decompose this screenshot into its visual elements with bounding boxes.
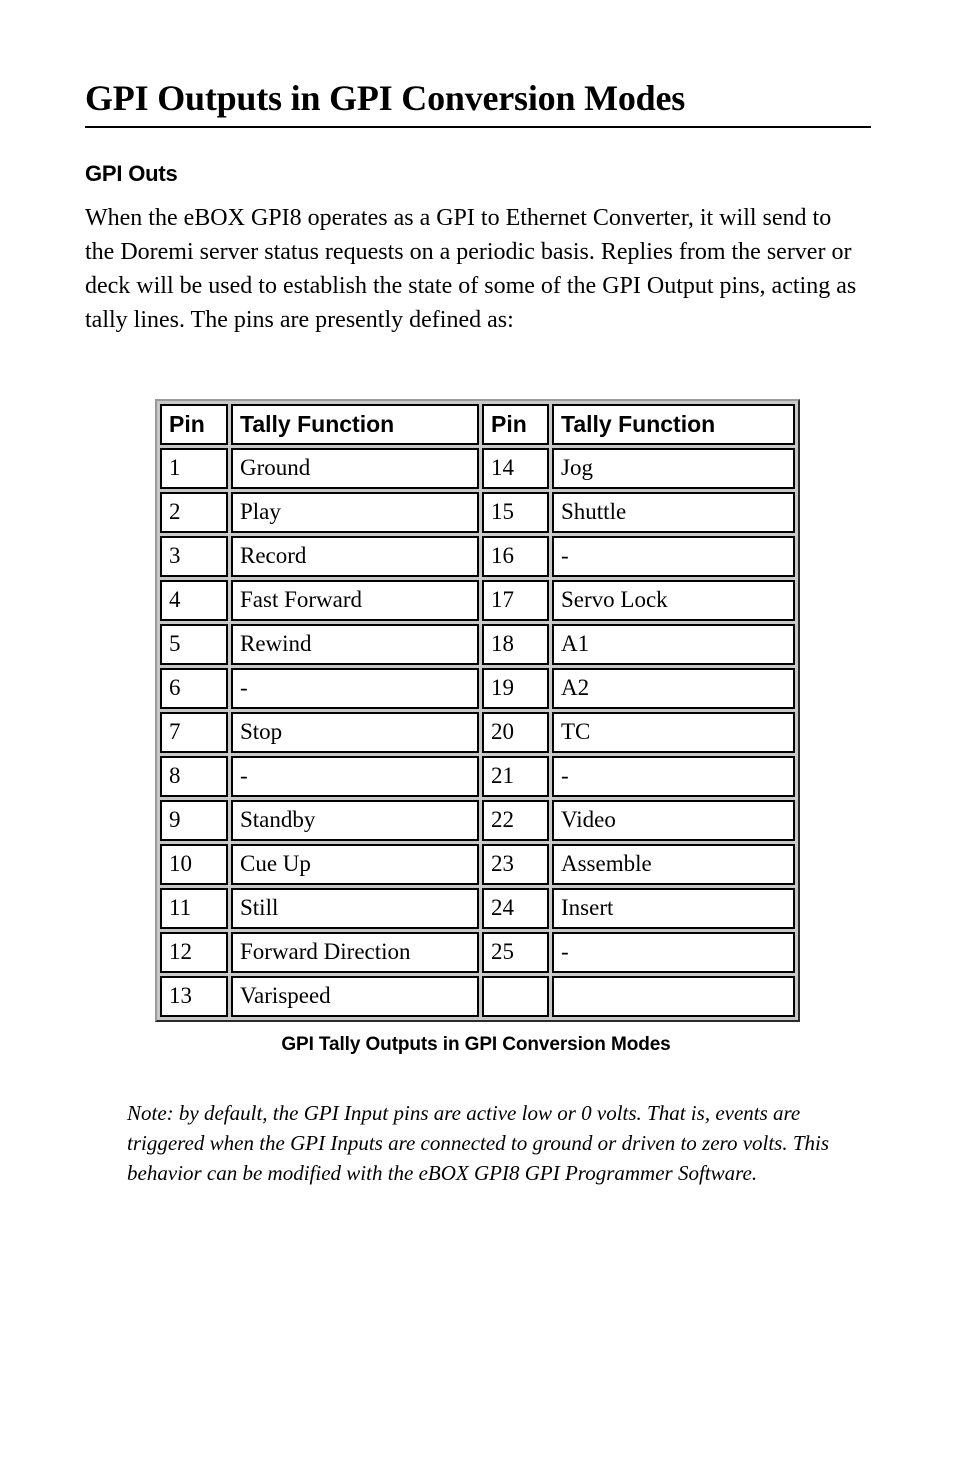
cell-function-right: - <box>552 536 795 578</box>
table-body: 1 Ground 14 Jog 2 Play 15 Shuttle 3 Reco… <box>160 448 795 1018</box>
cell-pin-right: 22 <box>482 800 549 842</box>
cell-function-right: TC <box>552 712 795 754</box>
cell-pin-left: 4 <box>160 580 228 622</box>
column-header-pin-right: Pin <box>482 404 549 446</box>
cell-function-right <box>552 976 795 1018</box>
cell-function-right: Jog <box>552 448 795 490</box>
intro-paragraph: When the eBOX GPI8 operates as a GPI to … <box>85 205 857 334</box>
cell-function-left: Record <box>231 536 479 578</box>
cell-function-left: - <box>231 756 479 798</box>
table-row: 1 Ground 14 Jog <box>160 448 795 490</box>
table-row: 12 Forward Direction 25 - <box>160 932 795 974</box>
table-row: 6 - 19 A2 <box>160 668 795 710</box>
table-header: Pin Tally Function Pin Tally Function <box>160 404 795 446</box>
table-row: 9 Standby 22 Video <box>160 800 795 842</box>
cell-function-right: A2 <box>552 668 795 710</box>
cell-function-right: Insert <box>552 888 795 930</box>
cell-function-left: Cue Up <box>231 844 479 886</box>
table-caption: GPI Tally Outputs in GPI Conversion Mode… <box>281 1034 671 1056</box>
cell-function-right: Video <box>552 800 795 842</box>
cell-pin-left: 7 <box>160 712 228 754</box>
cell-pin-right: 15 <box>482 492 549 534</box>
column-header-pin-left: Pin <box>160 404 228 446</box>
cell-pin-right: 17 <box>482 580 549 622</box>
cell-function-left: Forward Direction <box>231 932 479 974</box>
table-row: 3 Record 16 - <box>160 536 795 578</box>
cell-pin-right: 24 <box>482 888 549 930</box>
cell-pin-left: 10 <box>160 844 228 886</box>
page-content: GPI Outputs in GPI Conversion Modes GPI … <box>85 78 871 1188</box>
cell-function-right: Assemble <box>552 844 795 886</box>
cell-pin-right: 16 <box>482 536 549 578</box>
gpi-pin-table: Pin Tally Function Pin Tally Function 1 … <box>155 399 800 1023</box>
table-row: 2 Play 15 Shuttle <box>160 492 795 534</box>
table-row: 4 Fast Forward 17 Servo Lock <box>160 580 795 622</box>
cell-pin-left: 2 <box>160 492 228 534</box>
cell-pin-left: 9 <box>160 800 228 842</box>
cell-function-left: Still <box>231 888 479 930</box>
table-row: 8 - 21 - <box>160 756 795 798</box>
cell-function-left: Fast Forward <box>231 580 479 622</box>
note-text: Note: by default, the GPI Input pins are… <box>127 1101 830 1186</box>
cell-pin-left: 12 <box>160 932 228 974</box>
table-row: 7 Stop 20 TC <box>160 712 795 754</box>
cell-function-left: Ground <box>231 448 479 490</box>
cell-function-right: Servo Lock <box>552 580 795 622</box>
cell-function-right: - <box>552 932 795 974</box>
cell-pin-left: 5 <box>160 624 228 666</box>
cell-pin-left: 13 <box>160 976 228 1018</box>
page-title: GPI Outputs in GPI Conversion Modes <box>85 78 686 118</box>
cell-function-left: - <box>231 668 479 710</box>
cell-function-left: Rewind <box>231 624 479 666</box>
cell-function-left: Varispeed <box>231 976 479 1018</box>
cell-function-left: Play <box>231 492 479 534</box>
cell-pin-right: 19 <box>482 668 549 710</box>
column-header-function-right: Tally Function <box>552 404 795 446</box>
cell-pin-left: 1 <box>160 448 228 490</box>
section-heading-gpi-outs: GPI Outs <box>85 161 178 187</box>
cell-function-left: Standby <box>231 800 479 842</box>
table-row: 5 Rewind 18 A1 <box>160 624 795 666</box>
table-row: 13 Varispeed <box>160 976 795 1018</box>
cell-pin-right: 23 <box>482 844 549 886</box>
column-header-function-left: Tally Function <box>231 404 479 446</box>
document-page: GPI Outputs in GPI Conversion Modes GPI … <box>0 0 954 1475</box>
cell-function-right: Shuttle <box>552 492 795 534</box>
title-divider <box>85 126 871 129</box>
table-row: 10 Cue Up 23 Assemble <box>160 844 795 886</box>
cell-function-right: A1 <box>552 624 795 666</box>
pin-table-container: Pin Tally Function Pin Tally Function 1 … <box>85 399 871 1023</box>
cell-pin-right <box>482 976 549 1018</box>
cell-pin-left: 11 <box>160 888 228 930</box>
cell-pin-right: 18 <box>482 624 549 666</box>
cell-pin-left: 6 <box>160 668 228 710</box>
table-header-row: Pin Tally Function Pin Tally Function <box>160 404 795 446</box>
cell-function-left: Stop <box>231 712 479 754</box>
cell-pin-left: 3 <box>160 536 228 578</box>
table-row: 11 Still 24 Insert <box>160 888 795 930</box>
cell-pin-right: 25 <box>482 932 549 974</box>
cell-pin-right: 20 <box>482 712 549 754</box>
cell-pin-right: 21 <box>482 756 549 798</box>
cell-pin-right: 14 <box>482 448 549 490</box>
cell-pin-left: 8 <box>160 756 228 798</box>
cell-function-right: - <box>552 756 795 798</box>
